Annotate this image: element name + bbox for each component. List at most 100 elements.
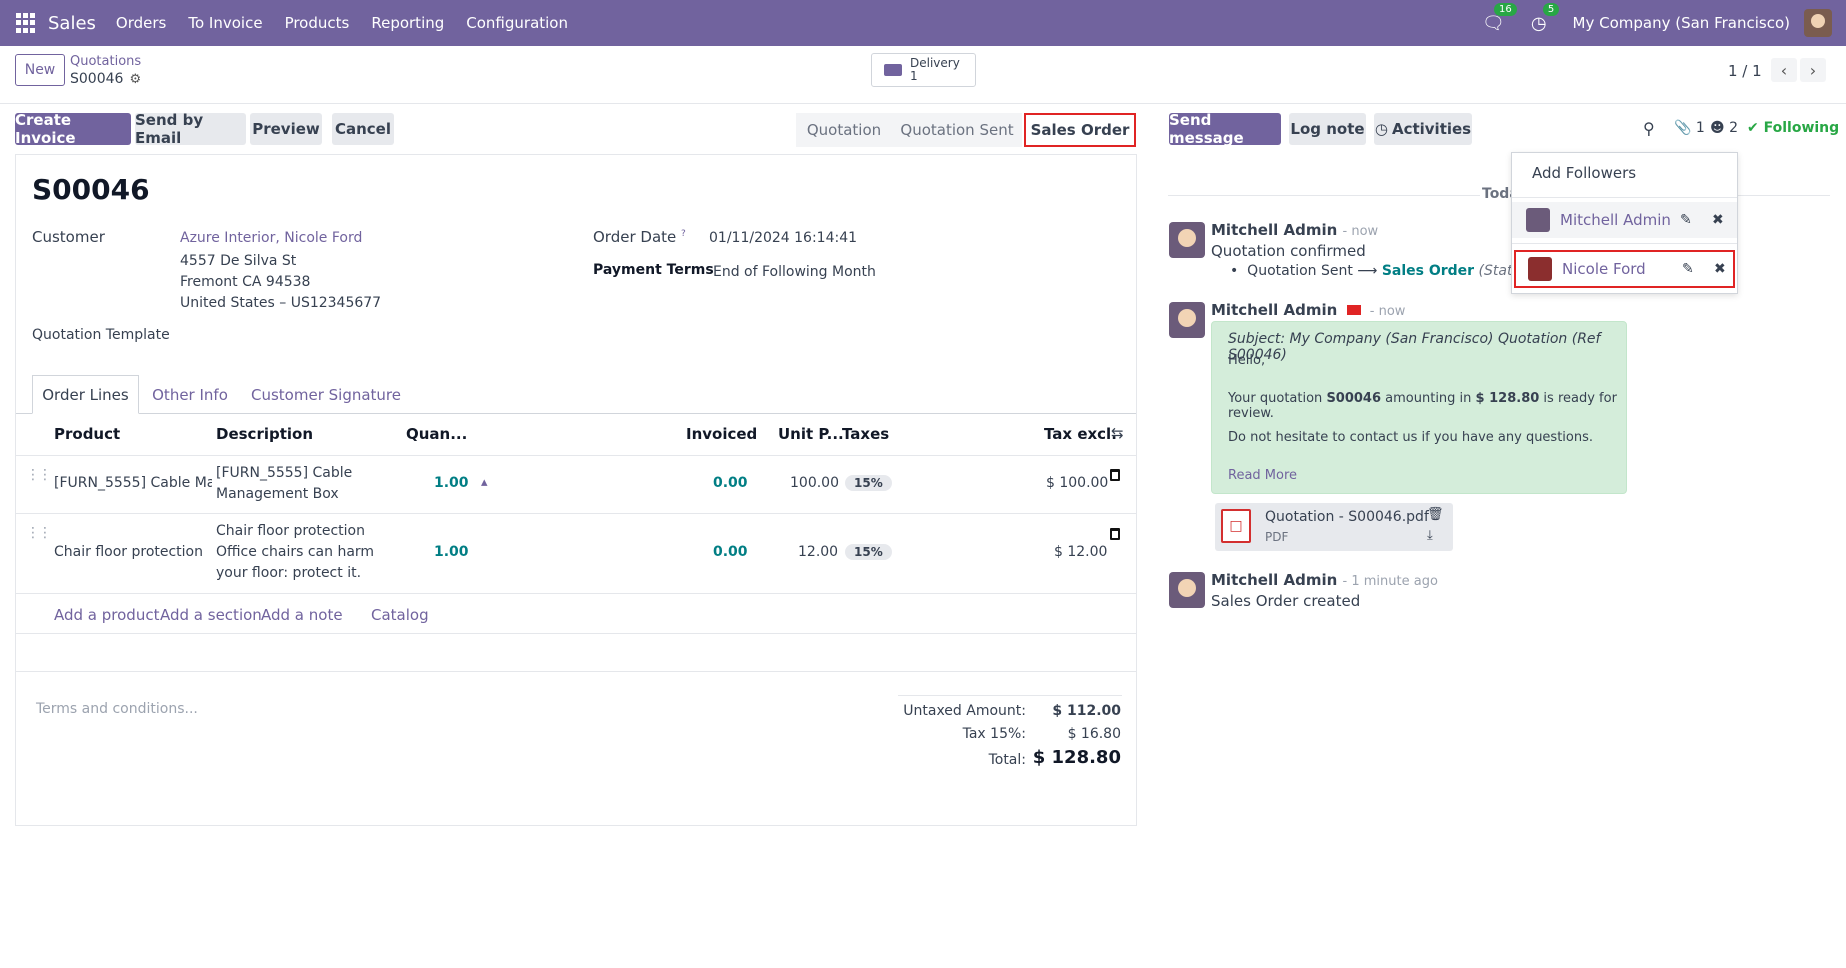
col-quantity[interactable]: Quan... (406, 425, 467, 443)
tab-order-lines[interactable]: Order Lines (32, 375, 139, 414)
add-product-link[interactable]: Add a product (54, 606, 159, 624)
row-quantity[interactable]: 1.00 (434, 473, 469, 494)
col-description[interactable]: Description (216, 425, 313, 443)
trash-icon[interactable] (1110, 528, 1120, 540)
col-tax-excl[interactable]: Tax excl. (1044, 425, 1117, 443)
drag-handle-icon[interactable]: ⋮⋮ (26, 467, 52, 483)
menu-reporting[interactable]: Reporting (371, 14, 444, 32)
edit-icon[interactable]: ✎ (1680, 212, 1692, 228)
truck-icon (884, 64, 902, 76)
followers-button[interactable]: ☻ 2 (1710, 120, 1738, 136)
pager-value[interactable]: 1 / 1 (1728, 62, 1762, 80)
stage-quotation[interactable]: Quotation (796, 113, 892, 147)
column-settings-icon[interactable]: ⇆ (1111, 424, 1124, 442)
author-avatar[interactable] (1169, 572, 1205, 608)
preview-button[interactable]: Preview (250, 113, 322, 145)
new-button[interactable]: New (15, 54, 65, 86)
trash-icon[interactable] (1110, 469, 1120, 481)
row-unit-price[interactable]: 12.00 (798, 542, 838, 563)
read-more-link[interactable]: Read More (1228, 468, 1297, 483)
activity-icon[interactable]: ◷ 5 (1531, 2, 1560, 34)
drag-handle-icon[interactable]: ⋮⋮ (26, 525, 52, 541)
col-taxes[interactable]: Taxes (842, 425, 889, 443)
row-tax-badge[interactable]: 15% (845, 544, 892, 560)
app-brand[interactable]: Sales (48, 13, 96, 34)
author-avatar[interactable] (1169, 222, 1205, 258)
send-by-email-button[interactable]: Send by Email (135, 111, 246, 147)
row-invoiced: 0.00 (713, 475, 748, 491)
add-followers-button[interactable]: Add Followers (1532, 164, 1636, 182)
row-product[interactable]: Chair floor protection (54, 542, 203, 563)
message-author[interactable]: Mitchell Admin - now (1211, 221, 1378, 239)
help-icon[interactable]: ? (681, 229, 686, 239)
terms-input[interactable]: Terms and conditions... (36, 701, 198, 717)
row-tax-badge[interactable]: 15% (845, 475, 892, 491)
payment-terms-value[interactable]: End of Following Month (713, 262, 876, 283)
close-icon[interactable]: ✖ (1714, 261, 1726, 277)
download-icon[interactable]: ⤓ (1427, 528, 1433, 543)
delivery-smart-button[interactable]: Delivery 1 (871, 53, 976, 87)
untaxed-value: $ 112.00 (1052, 703, 1121, 719)
menu-products[interactable]: Products (285, 14, 350, 32)
attachments-button[interactable]: 📎 1 (1674, 120, 1705, 136)
send-message-button[interactable]: Send message (1169, 111, 1281, 147)
attachment-name[interactable]: Quotation - S00046.pdf (1265, 509, 1429, 525)
log-note-button[interactable]: Log note (1289, 113, 1366, 145)
follower-name[interactable]: Mitchell Admin (1560, 211, 1671, 229)
envelope-icon (1346, 305, 1361, 315)
close-icon[interactable]: ✖ (1712, 212, 1724, 228)
add-note-link[interactable]: Add a note (261, 606, 343, 624)
stage-quotation-sent[interactable]: Quotation Sent (892, 113, 1022, 147)
company-switcher[interactable]: My Company (San Francisco) (1573, 14, 1790, 32)
tab-customer-signature[interactable]: Customer Signature (241, 375, 411, 414)
form-sheet: S00046 Customer Azure Interior, Nicole F… (15, 154, 1137, 826)
col-invoiced[interactable]: Invoiced (686, 425, 757, 443)
tab-other-info[interactable]: Other Info (139, 375, 241, 414)
menu-orders[interactable]: Orders (116, 14, 166, 32)
gear-icon[interactable]: ⚙ (129, 72, 141, 87)
user-avatar[interactable] (1804, 9, 1832, 37)
customer-link[interactable]: Azure Interior, Nicole Ford (180, 228, 362, 249)
follower-name[interactable]: Nicole Ford (1562, 260, 1646, 278)
col-unit-price[interactable]: Unit P... (778, 425, 844, 443)
message-author[interactable]: Mitchell Admin - now (1211, 301, 1405, 319)
row-description[interactable]: Chair floor protection Office chairs can… (216, 521, 374, 584)
row-unit-price[interactable]: 100.00 (790, 473, 839, 494)
cancel-button[interactable]: Cancel (332, 113, 394, 145)
apps-menu-icon[interactable] (16, 13, 36, 33)
row-description[interactable]: [FURN_5555] Cable Management Box (216, 463, 352, 505)
create-invoice-button[interactable]: Create Invoice (15, 111, 131, 147)
stage-sales-order[interactable]: Sales Order (1024, 113, 1136, 147)
message-author[interactable]: Mitchell Admin - 1 minute ago (1211, 571, 1438, 589)
messaging-badge: 16 (1493, 2, 1517, 16)
follower-row-highlighted[interactable]: Nicole Ford ✎ ✖ (1514, 250, 1735, 288)
attachment-type: PDF (1265, 530, 1289, 544)
search-icon[interactable]: ⚲ (1643, 119, 1655, 138)
followers-dropdown: Add Followers Mitchell Admin ✎ ✖ Nicole … (1511, 152, 1738, 294)
row-product[interactable]: [FURN_5555] Cable Mana (54, 473, 212, 494)
menu-configuration[interactable]: Configuration (466, 14, 568, 32)
payment-terms-label: Payment Terms (593, 262, 714, 278)
row-quantity[interactable]: 1.00 (434, 542, 469, 563)
add-section-link[interactable]: Add a section (160, 606, 262, 624)
pager-previous-icon[interactable]: ‹ (1771, 58, 1797, 82)
follower-row[interactable]: Mitchell Admin ✎ ✖ (1512, 202, 1737, 238)
messaging-icon[interactable]: 🗨 16 (1482, 2, 1517, 34)
activities-button[interactable]: ◷ Activities (1374, 113, 1472, 145)
author-avatar[interactable] (1169, 302, 1205, 338)
forecast-chart-icon[interactable]: ▴ (481, 475, 488, 490)
breadcrumb-current: S00046 ⚙ (70, 71, 141, 87)
following-button[interactable]: ✔ Following (1747, 120, 1839, 136)
clock-icon: ◷ (1374, 120, 1388, 138)
order-date-value[interactable]: 01/11/2024 16:14:41 (709, 228, 857, 249)
col-product[interactable]: Product (54, 425, 120, 443)
attachment-card[interactable]: □ Quotation - S00046.pdf PDF 🗑 ⤓ (1215, 503, 1453, 551)
trash-icon[interactable]: 🗑 (1427, 507, 1444, 522)
pager-next-icon[interactable]: › (1800, 58, 1826, 82)
edit-icon[interactable]: ✎ (1682, 261, 1694, 277)
menu-to-invoice[interactable]: To Invoice (188, 14, 262, 32)
pdf-icon: □ (1221, 509, 1251, 543)
customer-label: Customer (32, 228, 105, 246)
breadcrumb-quotations[interactable]: Quotations (70, 54, 141, 69)
catalog-link[interactable]: Catalog (371, 606, 429, 624)
